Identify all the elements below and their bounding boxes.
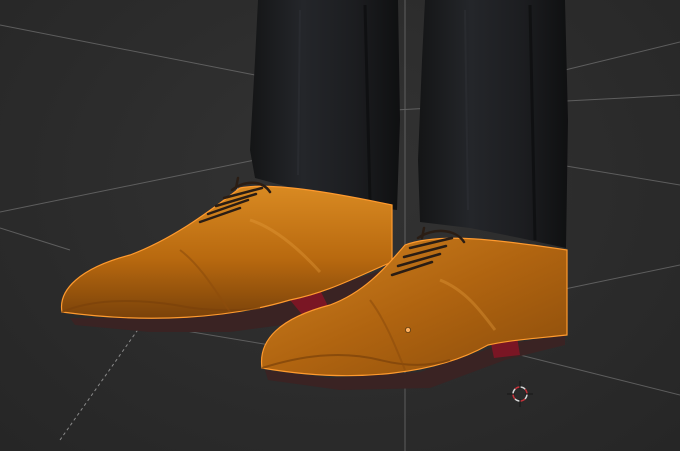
trouser-leg-right [418, 0, 568, 248]
3d-viewport[interactable] [0, 0, 680, 451]
viewport-scene[interactable] [0, 0, 680, 451]
trouser-leg-left [250, 0, 400, 210]
3d-cursor-icon[interactable] [506, 380, 534, 408]
object-origin-icon [404, 326, 411, 333]
